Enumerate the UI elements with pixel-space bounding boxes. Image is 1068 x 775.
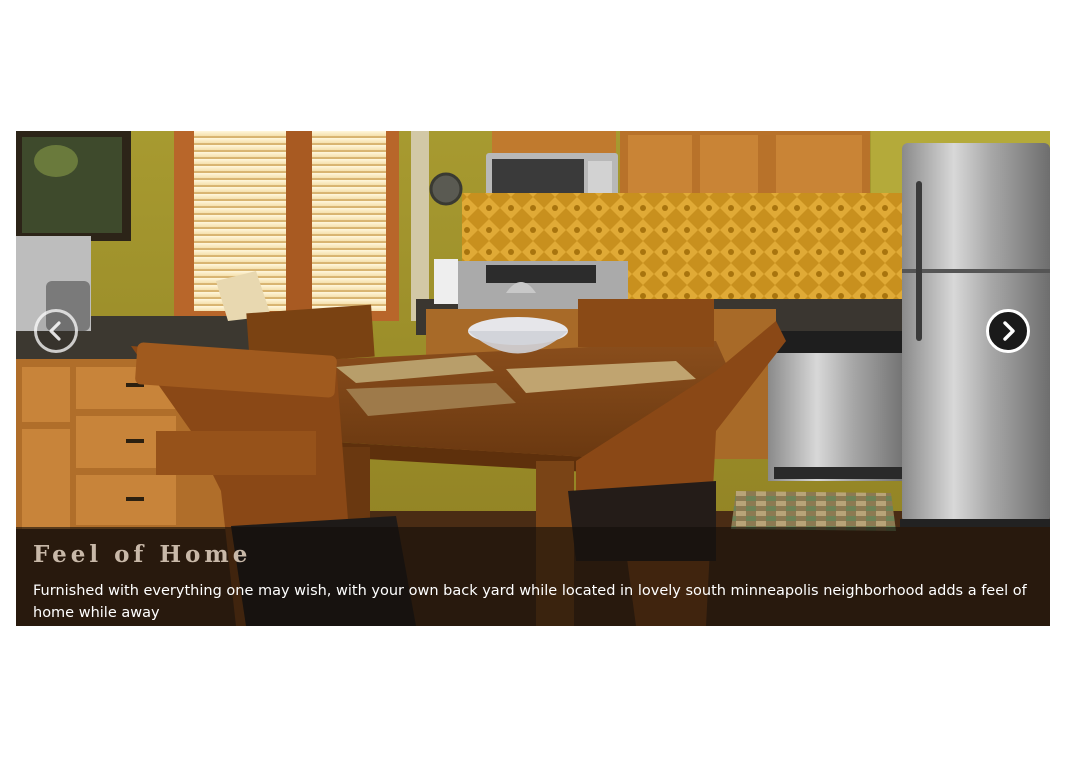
chevron-left-icon [49,321,61,341]
chevron-right-icon [1003,321,1015,341]
previous-slide-button[interactable] [34,309,78,353]
image-slider: Feel of Home Furnished with everything o… [16,131,1050,626]
caption-title: Feel of Home [33,541,252,568]
next-slide-button[interactable] [986,309,1030,353]
slide-caption: Feel of Home Furnished with everything o… [16,527,1050,626]
caption-text: Furnished with everything one may wish, … [33,583,1027,621]
